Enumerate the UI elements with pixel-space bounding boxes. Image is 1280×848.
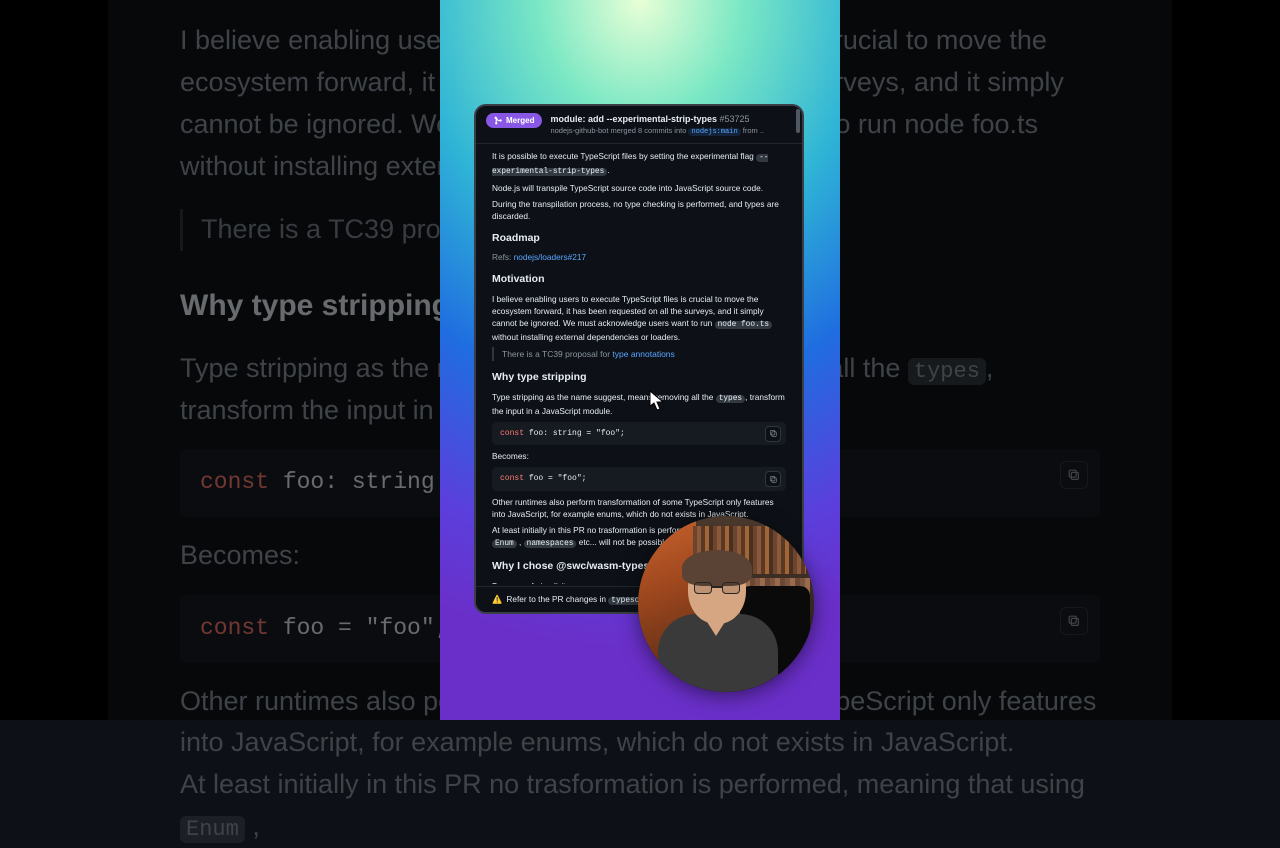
pr-paragraph: During the transpilation process, no typ…	[492, 198, 786, 222]
copy-icon[interactable]	[1060, 461, 1088, 489]
bg-inline-code: Enum	[180, 816, 245, 843]
webcam-overlay	[638, 516, 814, 692]
pr-title: module: add --experimental-strip-types #…	[550, 113, 764, 125]
refs-link[interactable]: nodejs/loaders#217	[514, 252, 586, 262]
blockquote: There is a TC39 proposal for type annota…	[492, 347, 786, 361]
warning-icon: ⚠️	[492, 594, 502, 605]
refs-line: Refs: nodejs/loaders#217	[492, 251, 786, 263]
branch-chip[interactable]: nodejs:main	[688, 128, 740, 136]
code-block: const foo = "foo";	[492, 467, 786, 491]
inline-code: namespaces	[524, 540, 577, 548]
pr-paragraph: It is possible to execute TypeScript fil…	[492, 150, 786, 179]
becomes-label: Becomes:	[492, 450, 786, 462]
scrollbar[interactable]	[796, 109, 800, 133]
pillarbox-left	[0, 0, 108, 720]
merged-badge: Merged	[486, 113, 542, 128]
inline-code: Enum	[492, 540, 517, 548]
bg-inline-code: types	[908, 358, 986, 385]
code-block: const foo: string = "foo";	[492, 422, 786, 446]
git-merge-icon	[494, 116, 503, 125]
pr-header: Merged module: add --experimental-strip-…	[476, 106, 802, 144]
pr-meta: nodejs-github-bot merged 8 commits into …	[550, 126, 764, 137]
pr-paragraph: I believe enabling users to execute Type…	[492, 293, 786, 343]
copy-icon[interactable]	[1060, 607, 1088, 635]
inline-code: types	[716, 395, 745, 403]
copy-button[interactable]	[765, 471, 781, 487]
copy-button[interactable]	[765, 426, 781, 442]
tc39-link[interactable]: type annotations	[612, 349, 674, 359]
heading-why-stripping: Why type stripping	[492, 370, 786, 385]
pr-paragraph: Type stripping as the name suggest, mean…	[492, 391, 786, 417]
copy-icon	[769, 475, 778, 484]
inline-code: node foo.ts	[715, 321, 772, 329]
pr-paragraph: Node.js will transpile TypeScript source…	[492, 182, 786, 194]
pr-number: #53725	[720, 114, 750, 124]
heading-roadmap: Roadmap	[492, 231, 786, 246]
copy-icon	[769, 429, 778, 438]
heading-motivation: Motivation	[492, 272, 786, 287]
pillarbox-right	[1172, 0, 1280, 720]
bg-paragraph: At least initially in this PR no trasfor…	[180, 764, 1100, 848]
